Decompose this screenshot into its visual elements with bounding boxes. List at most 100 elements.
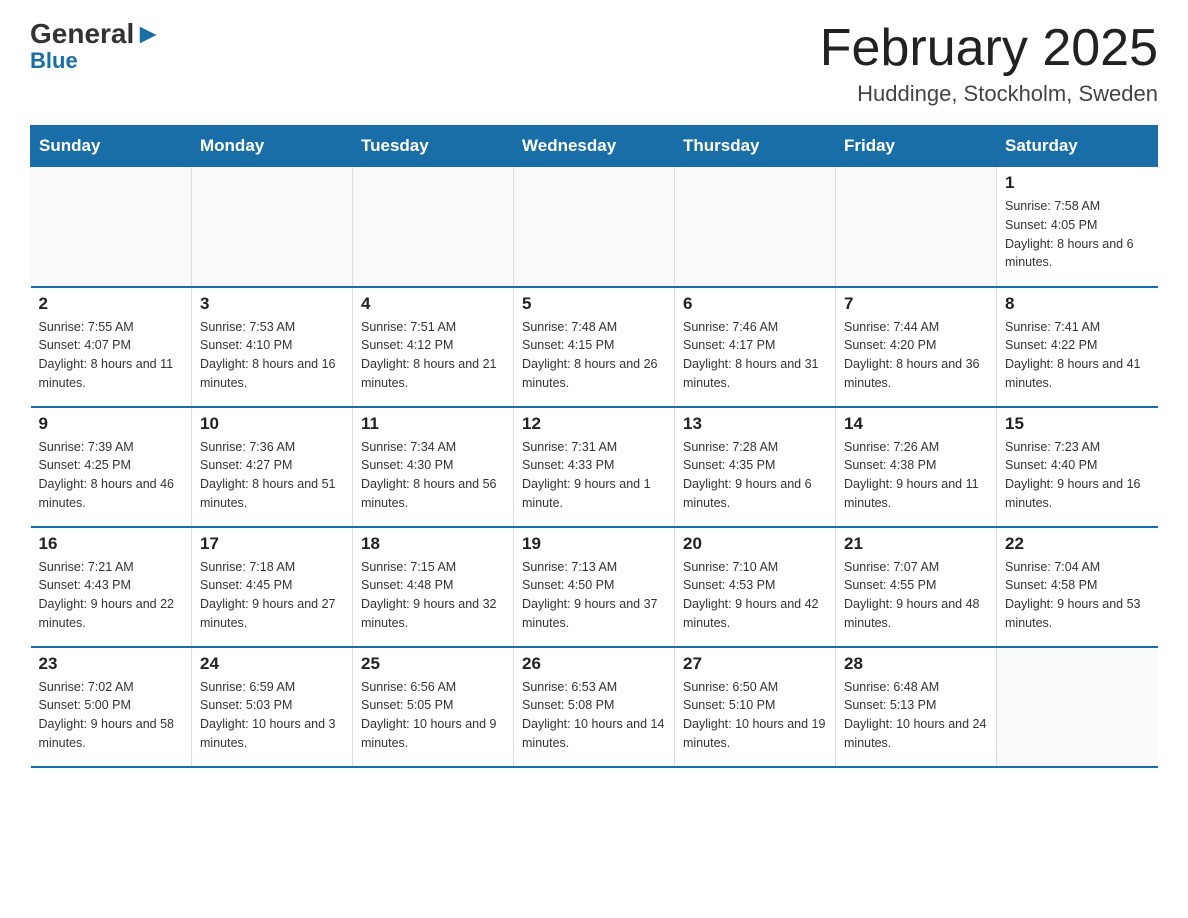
day-info: Sunrise: 7:04 AMSunset: 4:58 PMDaylight:…: [1005, 558, 1150, 633]
day-cell: 11Sunrise: 7:34 AMSunset: 4:30 PMDayligh…: [353, 407, 514, 527]
col-friday: Friday: [836, 126, 997, 167]
day-info: Sunrise: 7:34 AMSunset: 4:30 PMDaylight:…: [361, 438, 505, 513]
day-info: Sunrise: 7:21 AMSunset: 4:43 PMDaylight:…: [39, 558, 184, 633]
page-header: General► Blue February 2025 Huddinge, St…: [30, 20, 1158, 107]
day-info: Sunrise: 7:53 AMSunset: 4:10 PMDaylight:…: [200, 318, 344, 393]
col-saturday: Saturday: [997, 126, 1158, 167]
day-cell: 27 Sunrise: 6:50 AMSunset: 5:10 PMDayligh…: [675, 647, 836, 767]
day-cell: 1Sunrise: 7:58 AMSunset: 4:05 PMDaylight…: [997, 167, 1158, 287]
day-cell: 8 Sunrise: 7:41 AMSunset: 4:22 PMDaylight…: [997, 287, 1158, 407]
day-number: 15: [1005, 414, 1150, 434]
day-info: Sunrise: 7:26 AMSunset: 4:38 PMDaylight:…: [844, 438, 988, 513]
day-number: 7: [844, 294, 988, 314]
day-info: Sunrise: 7:15 AMSunset: 4:48 PMDaylight:…: [361, 558, 505, 633]
logo: General► Blue: [30, 20, 162, 74]
day-cell: 2 Sunrise: 7:55 AMSunset: 4:07 PMDaylight…: [31, 287, 192, 407]
day-number: 26: [522, 654, 666, 674]
day-cell: 21 Sunrise: 7:07 AMSunset: 4:55 PMDayligh…: [836, 527, 997, 647]
day-number: 3: [200, 294, 344, 314]
logo-blue-text: Blue: [30, 48, 78, 74]
day-cell: 4Sunrise: 7:51 AMSunset: 4:12 PMDaylight…: [353, 287, 514, 407]
col-thursday: Thursday: [675, 126, 836, 167]
day-number: 23: [39, 654, 184, 674]
day-number: 18: [361, 534, 505, 554]
day-info: Sunrise: 6:50 AMSunset: 5:10 PMDaylight:…: [683, 678, 827, 753]
day-number: 19: [522, 534, 666, 554]
day-number: 14: [844, 414, 988, 434]
day-info: Sunrise: 7:28 AMSunset: 4:35 PMDaylight:…: [683, 438, 827, 513]
day-info: Sunrise: 7:55 AMSunset: 4:07 PMDaylight:…: [39, 318, 184, 393]
week-row-4: 23 Sunrise: 7:02 AMSunset: 5:00 PMDayligh…: [31, 647, 1158, 767]
day-info: Sunrise: 7:23 AMSunset: 4:40 PMDaylight:…: [1005, 438, 1150, 513]
day-cell: 7Sunrise: 7:44 AMSunset: 4:20 PMDaylight…: [836, 287, 997, 407]
month-title: February 2025: [820, 20, 1158, 77]
day-number: 25: [361, 654, 505, 674]
week-row-0: 1Sunrise: 7:58 AMSunset: 4:05 PMDaylight…: [31, 167, 1158, 287]
day-number: 24: [200, 654, 344, 674]
day-number: 4: [361, 294, 505, 314]
day-info: Sunrise: 6:53 AMSunset: 5:08 PMDaylight:…: [522, 678, 666, 753]
day-cell: 25 Sunrise: 6:56 AMSunset: 5:05 PMDayligh…: [353, 647, 514, 767]
day-cell: 20Sunrise: 7:10 AMSunset: 4:53 PMDayligh…: [675, 527, 836, 647]
day-number: 21: [844, 534, 988, 554]
day-cell: 26 Sunrise: 6:53 AMSunset: 5:08 PMDayligh…: [514, 647, 675, 767]
calendar-body: 1Sunrise: 7:58 AMSunset: 4:05 PMDaylight…: [31, 167, 1158, 767]
day-cell: 13 Sunrise: 7:28 AMSunset: 4:35 PMDayligh…: [675, 407, 836, 527]
day-number: 22: [1005, 534, 1150, 554]
day-cell: [31, 167, 192, 287]
day-cell: 24 Sunrise: 6:59 AMSunset: 5:03 PMDayligh…: [192, 647, 353, 767]
day-cell: 23 Sunrise: 7:02 AMSunset: 5:00 PMDayligh…: [31, 647, 192, 767]
location: Huddinge, Stockholm, Sweden: [820, 81, 1158, 107]
day-cell: [836, 167, 997, 287]
day-cell: [997, 647, 1158, 767]
day-info: Sunrise: 7:46 AMSunset: 4:17 PMDaylight:…: [683, 318, 827, 393]
day-info: Sunrise: 6:56 AMSunset: 5:05 PMDaylight:…: [361, 678, 505, 753]
day-info: Sunrise: 7:41 AMSunset: 4:22 PMDaylight:…: [1005, 318, 1150, 393]
day-info: Sunrise: 7:36 AMSunset: 4:27 PMDaylight:…: [200, 438, 344, 513]
day-info: Sunrise: 6:59 AMSunset: 5:03 PMDaylight:…: [200, 678, 344, 753]
header-row: Sunday Monday Tuesday Wednesday Thursday…: [31, 126, 1158, 167]
col-monday: Monday: [192, 126, 353, 167]
day-cell: 9Sunrise: 7:39 AMSunset: 4:25 PMDaylight…: [31, 407, 192, 527]
day-number: 27: [683, 654, 827, 674]
day-number: 10: [200, 414, 344, 434]
day-cell: 16 Sunrise: 7:21 AMSunset: 4:43 PMDayligh…: [31, 527, 192, 647]
day-number: 6: [683, 294, 827, 314]
title-area: February 2025 Huddinge, Stockholm, Swede…: [820, 20, 1158, 107]
day-number: 28: [844, 654, 988, 674]
col-sunday: Sunday: [31, 126, 192, 167]
week-row-2: 9Sunrise: 7:39 AMSunset: 4:25 PMDaylight…: [31, 407, 1158, 527]
day-cell: [192, 167, 353, 287]
week-row-1: 2 Sunrise: 7:55 AMSunset: 4:07 PMDaylight…: [31, 287, 1158, 407]
day-info: Sunrise: 7:48 AMSunset: 4:15 PMDaylight:…: [522, 318, 666, 393]
day-cell: [353, 167, 514, 287]
day-number: 16: [39, 534, 184, 554]
day-info: Sunrise: 7:02 AMSunset: 5:00 PMDaylight:…: [39, 678, 184, 753]
day-number: 5: [522, 294, 666, 314]
day-number: 2: [39, 294, 184, 314]
day-cell: 18 Sunrise: 7:15 AMSunset: 4:48 PMDayligh…: [353, 527, 514, 647]
day-cell: 17Sunrise: 7:18 AMSunset: 4:45 PMDayligh…: [192, 527, 353, 647]
logo-triangle-icon: ►: [134, 18, 162, 49]
day-cell: 15 Sunrise: 7:23 AMSunset: 4:40 PMDayligh…: [997, 407, 1158, 527]
day-number: 12: [522, 414, 666, 434]
day-number: 8: [1005, 294, 1150, 314]
day-cell: 10 Sunrise: 7:36 AMSunset: 4:27 PMDayligh…: [192, 407, 353, 527]
calendar-table: Sunday Monday Tuesday Wednesday Thursday…: [30, 125, 1158, 768]
day-info: Sunrise: 7:31 AMSunset: 4:33 PMDaylight:…: [522, 438, 666, 513]
day-number: 17: [200, 534, 344, 554]
day-cell: 5 Sunrise: 7:48 AMSunset: 4:15 PMDaylight…: [514, 287, 675, 407]
day-info: Sunrise: 6:48 AMSunset: 5:13 PMDaylight:…: [844, 678, 988, 753]
day-cell: 22 Sunrise: 7:04 AMSunset: 4:58 PMDayligh…: [997, 527, 1158, 647]
col-tuesday: Tuesday: [353, 126, 514, 167]
day-number: 1: [1005, 173, 1150, 193]
day-number: 13: [683, 414, 827, 434]
day-cell: 19 Sunrise: 7:13 AMSunset: 4:50 PMDayligh…: [514, 527, 675, 647]
day-number: 9: [39, 414, 184, 434]
day-info: Sunrise: 7:13 AMSunset: 4:50 PMDaylight:…: [522, 558, 666, 633]
day-cell: [675, 167, 836, 287]
day-cell: 3 Sunrise: 7:53 AMSunset: 4:10 PMDaylight…: [192, 287, 353, 407]
day-info: Sunrise: 7:07 AMSunset: 4:55 PMDaylight:…: [844, 558, 988, 633]
day-cell: [514, 167, 675, 287]
calendar-header: Sunday Monday Tuesday Wednesday Thursday…: [31, 126, 1158, 167]
